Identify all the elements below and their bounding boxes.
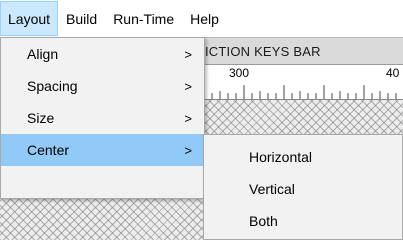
menu-bar: Layout Build Run-Time Help [0,0,403,37]
menu-item-center[interactable]: Center > [1,134,204,166]
submenu-arrow-icon: > [184,110,192,126]
submenu-item-both-label: Both [249,213,278,229]
horizontal-ruler: 300 40 [203,65,403,100]
menu-layout[interactable]: Layout [0,1,59,36]
window-title: ICTION KEYS BAR [205,43,321,59]
menu-run-time[interactable]: Run-Time [105,1,182,36]
menu-item-align-label: Align [27,46,59,62]
menu-item-size-label: Size [27,110,55,126]
menu-item-size[interactable]: Size > [1,102,204,134]
menu-item-center-label: Center [27,142,70,158]
function-keys-bar-window: ICTION KEYS BAR 300 40 [203,37,403,100]
ruler-ticks [203,85,397,99]
menu-layout-label: Layout [8,10,51,27]
menu-run-time-label: Run-Time [113,10,175,27]
ruler-label-400: 40 [386,66,400,80]
window-title-bar: ICTION KEYS BAR [203,37,403,65]
menu-help-label: Help [190,10,219,27]
ruler-label-300: 300 [229,66,250,80]
center-submenu: Horizontal Vertical Both [203,134,403,240]
submenu-arrow-icon: > [184,78,192,94]
submenu-item-vertical-label: Vertical [249,181,295,197]
submenu-item-vertical[interactable]: Vertical [204,173,402,205]
menu-help[interactable]: Help [182,1,227,36]
menu-build-label: Build [66,10,98,27]
submenu-item-horizontal[interactable]: Horizontal [204,141,402,173]
submenu-item-horizontal-label: Horizontal [249,149,313,165]
menu-build[interactable]: Build [58,1,105,36]
menu-item-spacing[interactable]: Spacing > [1,70,204,102]
submenu-arrow-icon: > [184,46,192,62]
layout-dropdown-menu: Align > Spacing > Size > Center > [0,37,205,199]
menu-item-align[interactable]: Align > [1,38,204,70]
submenu-arrow-icon: > [184,142,192,158]
menu-item-spacing-label: Spacing [27,78,78,94]
submenu-item-both[interactable]: Both [204,205,402,237]
